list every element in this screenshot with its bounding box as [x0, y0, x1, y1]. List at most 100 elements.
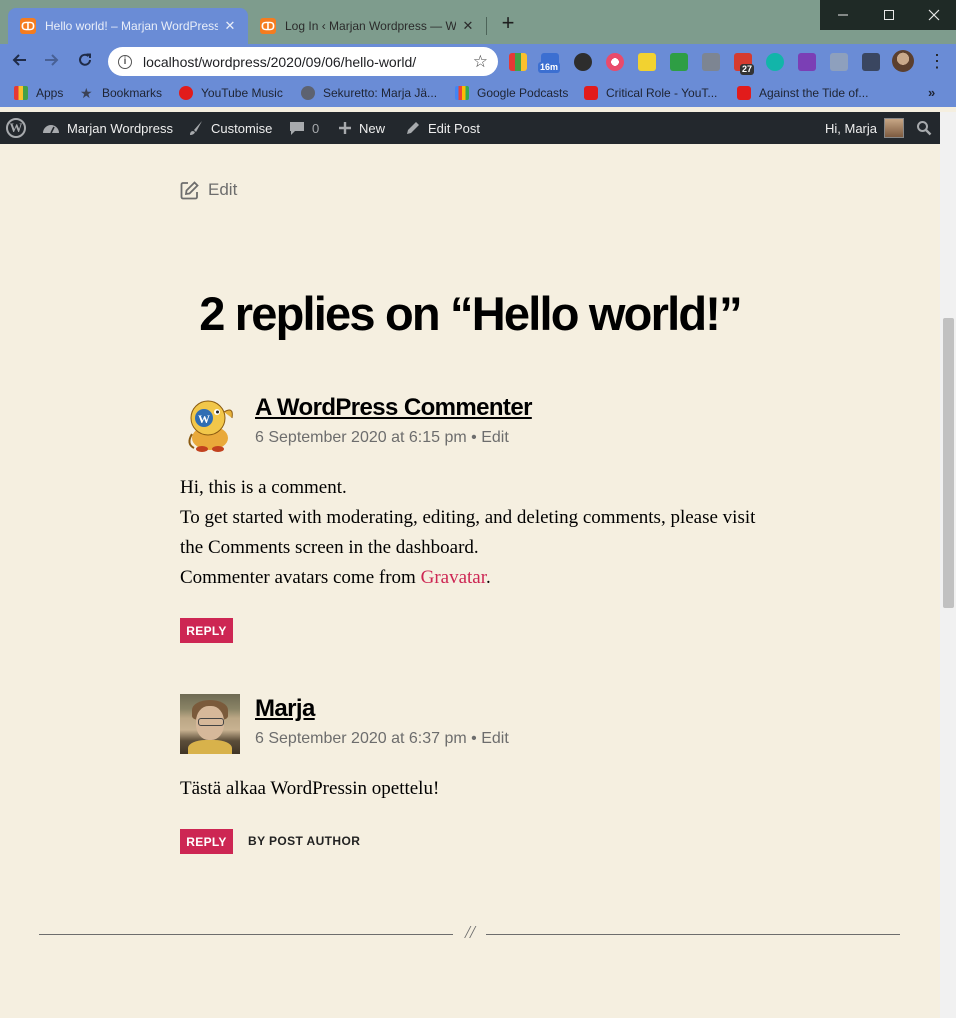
comment-bubble-icon — [290, 121, 304, 135]
tab-close-icon[interactable]: ✕ — [222, 18, 238, 34]
browser-toolbar: i localhost/wordpress/2020/09/06/hello-w… — [0, 44, 956, 79]
comment-date-link[interactable]: 6 September 2020 at 6:37 pm — [255, 730, 467, 747]
bookmark-google-podcasts[interactable]: Google Podcasts — [455, 79, 568, 107]
bookmarks-bar: Apps ★ Bookmarks YouTube Music Sekuretto… — [0, 79, 956, 107]
tab-title: Hello world! – Marjan WordPress — [45, 19, 218, 33]
record-extension-icon[interactable] — [606, 53, 624, 71]
bookmark-label: Sekuretto: Marja Jä... — [323, 86, 438, 100]
comment-edit-link[interactable]: Edit — [481, 429, 509, 446]
wp-admin-bar: W Marjan Wordpress Customise 0 New Edit … — [0, 112, 940, 144]
pencil-icon — [407, 122, 419, 134]
puzzle-extensions-icon[interactable] — [862, 53, 880, 71]
admin-search-button[interactable] — [916, 112, 932, 144]
m-extension-icon[interactable] — [766, 53, 784, 71]
bookmark-bookmarks[interactable]: ★ Bookmarks — [80, 79, 162, 107]
reload-button[interactable] — [74, 51, 96, 73]
bookmark-against-the-tide[interactable]: Against the Tide of... — [737, 79, 868, 107]
comment-edit-link[interactable]: Edit — [481, 730, 509, 747]
maximize-icon — [884, 10, 894, 20]
tab-title: Log In ‹ Marjan Wordpress — WordPress — [285, 19, 456, 33]
comment-meta: 6 September 2020 at 6:15 pm • Edit — [255, 429, 509, 447]
comment-author-link[interactable]: Marja — [255, 695, 315, 723]
customise-link[interactable]: Customise — [188, 112, 272, 144]
avatars-text: Commenter avatars come from — [180, 567, 421, 588]
timer-badge: 16m — [538, 62, 561, 73]
edit-post-link[interactable]: Edit Post — [405, 112, 480, 144]
extension-icon[interactable] — [509, 53, 527, 71]
todoist-badge: 27 — [740, 64, 755, 75]
my-account-menu[interactable]: Hi, Marja — [825, 112, 905, 144]
user-avatar — [884, 118, 905, 138]
drive-extension-icon[interactable] — [702, 53, 720, 71]
browser-tab-strip: ↀ Hello world! – Marjan WordPress ✕ ↀ Lo… — [0, 0, 956, 44]
page-content: Edit 2 replies on “Hello world!” W A Wor… — [0, 144, 940, 1018]
youtube-icon — [584, 86, 598, 100]
meta-bullet: • — [471, 429, 482, 446]
tab-separator — [486, 17, 487, 35]
forward-button[interactable] — [40, 51, 62, 73]
checkmark-extension-icon[interactable] — [670, 53, 688, 71]
bookmark-sekuretto[interactable]: Sekuretto: Marja Jä... — [301, 79, 437, 107]
dashboard-icon — [43, 125, 59, 134]
gravatar-link[interactable]: Gravatar — [421, 567, 486, 588]
new-tab-button[interactable]: + — [497, 12, 519, 35]
scrollbar-thumb[interactable] — [943, 318, 954, 608]
reply-button[interactable]: REPLY — [180, 618, 233, 643]
comment-paragraph: Commenter avatars come from Gravatar. — [180, 563, 780, 593]
post-edit-link[interactable]: Edit — [180, 180, 237, 200]
new-content-menu[interactable]: New — [338, 112, 385, 144]
minimize-button[interactable] — [820, 0, 866, 30]
bookmark-youtube-music[interactable]: YouTube Music — [179, 79, 283, 107]
separator-mark: // — [464, 922, 475, 942]
site-name-menu[interactable]: Marjan Wordpress — [42, 112, 173, 144]
separator-line-right — [486, 934, 900, 935]
edit-post-label: Edit Post — [428, 120, 481, 136]
reply-button[interactable]: REPLY — [180, 829, 233, 854]
maximize-button[interactable] — [866, 0, 912, 30]
avatars-suffix: . — [486, 567, 491, 588]
lightbulb-extension-icon[interactable] — [574, 53, 592, 71]
comments-menu[interactable]: 0 — [289, 112, 319, 144]
search-icon — [917, 121, 932, 136]
onenote-extension-icon[interactable] — [798, 53, 816, 71]
new-label: New — [359, 120, 386, 136]
close-window-button[interactable] — [912, 0, 956, 30]
close-icon — [928, 9, 940, 21]
url-text[interactable]: localhost/wordpress/2020/09/06/hello-wor… — [143, 54, 473, 70]
extension-icon[interactable] — [638, 53, 656, 71]
browser-menu-icon[interactable]: ⋮ — [928, 51, 946, 71]
tab-close-icon[interactable]: ✕ — [460, 18, 476, 34]
comment-author-link[interactable]: A WordPress Commenter — [255, 394, 532, 422]
bookmarks-overflow-button[interactable]: » — [928, 85, 935, 100]
address-bar[interactable]: i localhost/wordpress/2020/09/06/hello-w… — [108, 47, 498, 76]
commenter-avatar: W — [180, 394, 240, 454]
comments-title: 2 replies on “Hello world!” — [199, 287, 742, 340]
separator-line-left — [39, 934, 453, 935]
comment-paragraph: Hi, this is a comment. — [180, 477, 347, 498]
bookmark-label: Bookmarks — [102, 86, 163, 100]
shield-extension-icon[interactable] — [830, 53, 848, 71]
comments-count: 0 — [312, 120, 320, 136]
plus-icon — [339, 122, 351, 134]
bookmark-star-icon[interactable]: ☆ — [473, 52, 488, 72]
bookmark-apps[interactable]: Apps — [14, 79, 63, 107]
bookmark-critical-role[interactable]: Critical Role - YouT... — [584, 79, 717, 107]
greeting: Hi, Marja — [825, 120, 878, 136]
reload-icon — [79, 53, 91, 66]
tab-hello-world[interactable]: ↀ Hello world! – Marjan WordPress ✕ — [8, 8, 248, 44]
minimize-icon — [838, 14, 848, 16]
comment-content: Tästä alkaa WordPressin opettelu! — [180, 774, 780, 804]
site-name: Marjan Wordpress — [67, 120, 173, 136]
youtube-music-icon — [179, 86, 193, 100]
tab-login[interactable]: ↀ Log In ‹ Marjan Wordpress — WordPress … — [248, 8, 486, 44]
back-button[interactable] — [9, 51, 31, 73]
wp-logo-menu[interactable]: W — [6, 112, 26, 144]
site-info-icon[interactable]: i — [118, 54, 132, 69]
wordpress-logo-icon: W — [6, 118, 26, 138]
svg-text:W: W — [198, 412, 210, 426]
profile-avatar[interactable] — [892, 50, 914, 72]
star-icon: ★ — [80, 85, 93, 101]
meta-bullet: • — [471, 730, 482, 747]
google-podcasts-icon — [455, 86, 469, 100]
comment-date-link[interactable]: 6 September 2020 at 6:15 pm — [255, 429, 467, 446]
